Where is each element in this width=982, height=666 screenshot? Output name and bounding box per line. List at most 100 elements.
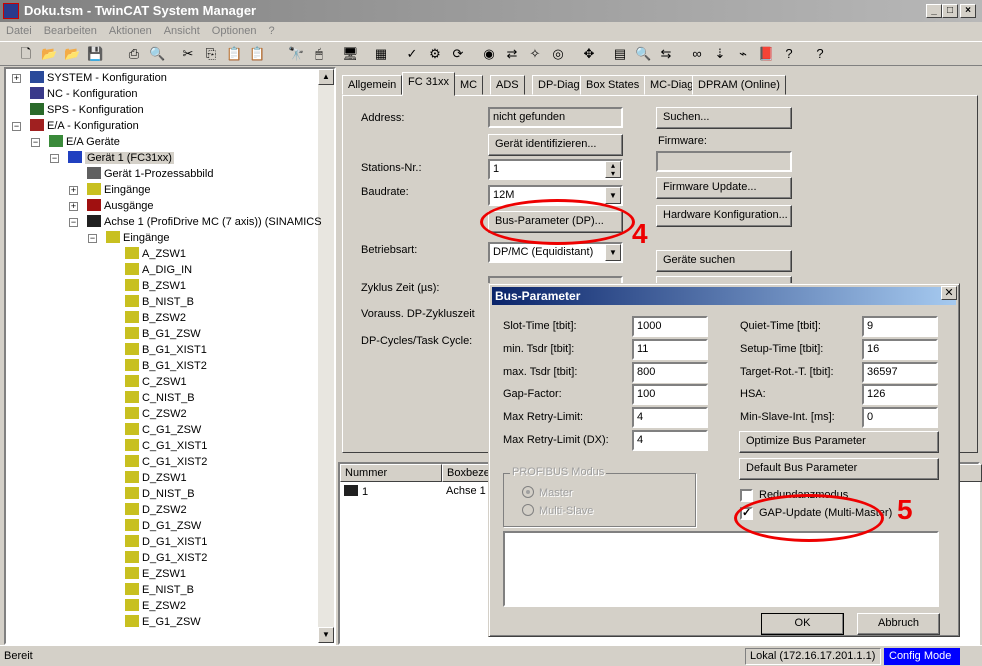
tree-item[interactable]: C_ZSW1 xyxy=(125,374,187,390)
tab-mc[interactable]: MC xyxy=(454,75,484,95)
whats-this-icon[interactable]: ? xyxy=(812,46,828,62)
radio-master[interactable]: Master xyxy=(522,486,573,499)
tree-item[interactable]: B_G1_ZSW xyxy=(125,326,201,342)
param-input[interactable]: 36597 xyxy=(862,361,938,383)
menu-aktionen[interactable]: Aktionen xyxy=(103,22,158,40)
param-input[interactable]: 1000 xyxy=(632,316,708,337)
scroll-down-button[interactable]: ▼ xyxy=(318,627,334,643)
open-remote-icon[interactable]: 📂 xyxy=(64,46,80,62)
find-icon[interactable]: 🔭 xyxy=(288,46,304,62)
tab-allgemein[interactable]: Allgemein xyxy=(342,75,403,95)
minimize-button[interactable]: _ xyxy=(926,4,942,18)
mode-select[interactable]: DP/MC (Equidistant) ▼ xyxy=(488,242,623,263)
open-icon[interactable]: 📂 xyxy=(41,46,57,62)
list-row[interactable]: 1 xyxy=(344,485,368,498)
tree-item[interactable]: A_DIG_IN xyxy=(125,262,192,278)
copy-icon[interactable]: ⎘ xyxy=(203,46,219,62)
print-icon[interactable]: ⎙ xyxy=(126,46,142,62)
print-preview-icon[interactable]: 🔍 xyxy=(149,46,165,62)
param-input[interactable]: 4 xyxy=(632,407,708,429)
restart-config-mode-icon[interactable]: ⟳ xyxy=(450,46,466,62)
collapse-icon[interactable]: − xyxy=(12,122,21,131)
info-textarea[interactable] xyxy=(503,531,939,607)
toggle-free-run-icon[interactable]: ✧ xyxy=(527,46,543,62)
tree-scrollbar[interactable]: ▲ ▼ xyxy=(318,69,334,643)
identify-device-button[interactable]: Gerät identifizieren... xyxy=(488,134,623,156)
tree-item[interactable]: A_ZSW1 xyxy=(125,246,186,262)
tree-item[interactable]: C_ZSW2 xyxy=(125,406,187,422)
tree-item[interactable]: B_G1_XIST1 xyxy=(125,342,207,358)
param-input[interactable]: 16 xyxy=(862,338,938,360)
cancel-button[interactable]: Abbruch xyxy=(857,613,940,635)
mouse-icon[interactable]: 🖱 xyxy=(311,46,327,62)
expand-icon[interactable]: + xyxy=(69,202,78,211)
tree-item[interactable]: − E/A - Konfiguration xyxy=(12,118,139,134)
tree-item[interactable]: D_G1_XIST1 xyxy=(125,534,207,550)
new-icon[interactable]: 🗋 xyxy=(18,46,34,62)
redundancy-checkbox[interactable] xyxy=(740,489,753,502)
config-tree[interactable]: ▲ ▼ + SYSTEM - Konfiguration NC - Konfigur… xyxy=(4,67,336,645)
tree-item[interactable]: C_G1_XIST1 xyxy=(125,438,207,454)
scroll-up-button[interactable]: ▲ xyxy=(318,69,334,85)
menu-datei[interactable]: Datei xyxy=(0,22,38,40)
param-input[interactable]: 800 xyxy=(632,361,708,383)
default-bus-parameter-button[interactable]: Default Bus Parameter xyxy=(739,458,939,480)
param-input[interactable]: 9 xyxy=(862,316,938,337)
help-book-icon[interactable]: 📕 xyxy=(758,46,774,62)
table-icon[interactable]: ▤ xyxy=(612,46,628,62)
collapse-icon[interactable]: − xyxy=(88,234,97,243)
show-online-icon[interactable]: ◎ xyxy=(550,46,566,62)
param-input[interactable]: 126 xyxy=(862,384,938,406)
maximize-button[interactable]: □ xyxy=(942,4,958,18)
param-input[interactable]: 11 xyxy=(632,338,708,360)
tab-box-states[interactable]: Box States xyxy=(580,75,646,95)
tree-item[interactable]: − Eingänge xyxy=(88,230,170,246)
tree-item[interactable]: − E/A Geräte xyxy=(31,134,120,150)
param-input[interactable]: 100 xyxy=(632,384,708,406)
menu-help[interactable]: ? xyxy=(262,22,280,40)
expand-icon[interactable]: + xyxy=(69,186,78,195)
tree-item[interactable]: + Eingänge xyxy=(69,182,151,198)
ok-button[interactable]: OK xyxy=(761,613,844,635)
watch-icon[interactable]: ∞ xyxy=(689,46,705,62)
tree-item[interactable]: NC - Konfiguration xyxy=(30,86,138,102)
tree-item[interactable]: − Gerät 1 (FC31xx) xyxy=(50,150,174,166)
tree-item[interactable]: C_NIST_B xyxy=(125,390,195,406)
close-button[interactable]: × xyxy=(960,4,976,18)
tree-item[interactable]: B_ZSW2 xyxy=(125,310,186,326)
check-configuration-icon[interactable]: ✓ xyxy=(404,46,420,62)
menu-ansicht[interactable]: Ansicht xyxy=(158,22,206,40)
tree-item[interactable]: + SYSTEM - Konfiguration xyxy=(12,70,167,86)
activate-configuration-icon[interactable]: ⚙ xyxy=(427,46,443,62)
menu-bearbeiten[interactable]: Bearbeiten xyxy=(38,22,103,40)
tree-item[interactable]: C_G1_XIST2 xyxy=(125,454,207,470)
tab-dp-diag[interactable]: DP-Diag xyxy=(532,75,586,95)
link-icon[interactable]: ⇆ xyxy=(658,46,674,62)
tree-item[interactable]: D_ZSW2 xyxy=(125,502,187,518)
cut-icon[interactable]: ✂ xyxy=(180,46,196,62)
find-devices-button[interactable]: Geräte suchen xyxy=(656,250,792,272)
station-number-spinner[interactable]: 1 ▴ ▾ xyxy=(488,159,623,180)
tree-item[interactable]: E_NIST_B xyxy=(125,582,194,598)
tab-fc-31xx[interactable]: FC 31xx xyxy=(402,72,455,96)
collapse-icon[interactable]: − xyxy=(31,138,40,147)
dialog-close-button[interactable]: ✕ xyxy=(941,286,957,300)
firmware-update-button[interactable]: Firmware Update... xyxy=(656,177,792,199)
tree-item[interactable]: E_ZSW1 xyxy=(125,566,186,582)
save-icon[interactable]: 💾 xyxy=(87,46,103,62)
search-button[interactable]: Suchen... xyxy=(656,107,792,129)
online-values-icon[interactable]: ⌁ xyxy=(735,46,751,62)
hardware-config-button[interactable]: Hardware Konfiguration... xyxy=(656,205,792,227)
tree-item[interactable]: − Achse 1 (ProfiDrive MC (7 axis)) (SINAM… xyxy=(69,214,322,230)
collapse-icon[interactable]: − xyxy=(69,218,78,227)
tree-item[interactable]: D_NIST_B xyxy=(125,486,195,502)
force-icon[interactable]: ⇣ xyxy=(712,46,728,62)
tab-dpram-online-[interactable]: DPRAM (Online) xyxy=(692,75,786,95)
paste-with-links-icon[interactable]: 📋 xyxy=(249,46,265,62)
menu-optionen[interactable]: Optionen xyxy=(206,22,263,40)
zoom-icon[interactable]: 🔍 xyxy=(635,46,651,62)
tree-item[interactable]: D_G1_ZSW xyxy=(125,518,201,534)
tree-item[interactable]: D_G1_XIST2 xyxy=(125,550,207,566)
optimize-bus-parameter-button[interactable]: Optimize Bus Parameter xyxy=(739,431,939,453)
tree-item[interactable]: Gerät 1-Prozessabbild xyxy=(87,166,213,182)
